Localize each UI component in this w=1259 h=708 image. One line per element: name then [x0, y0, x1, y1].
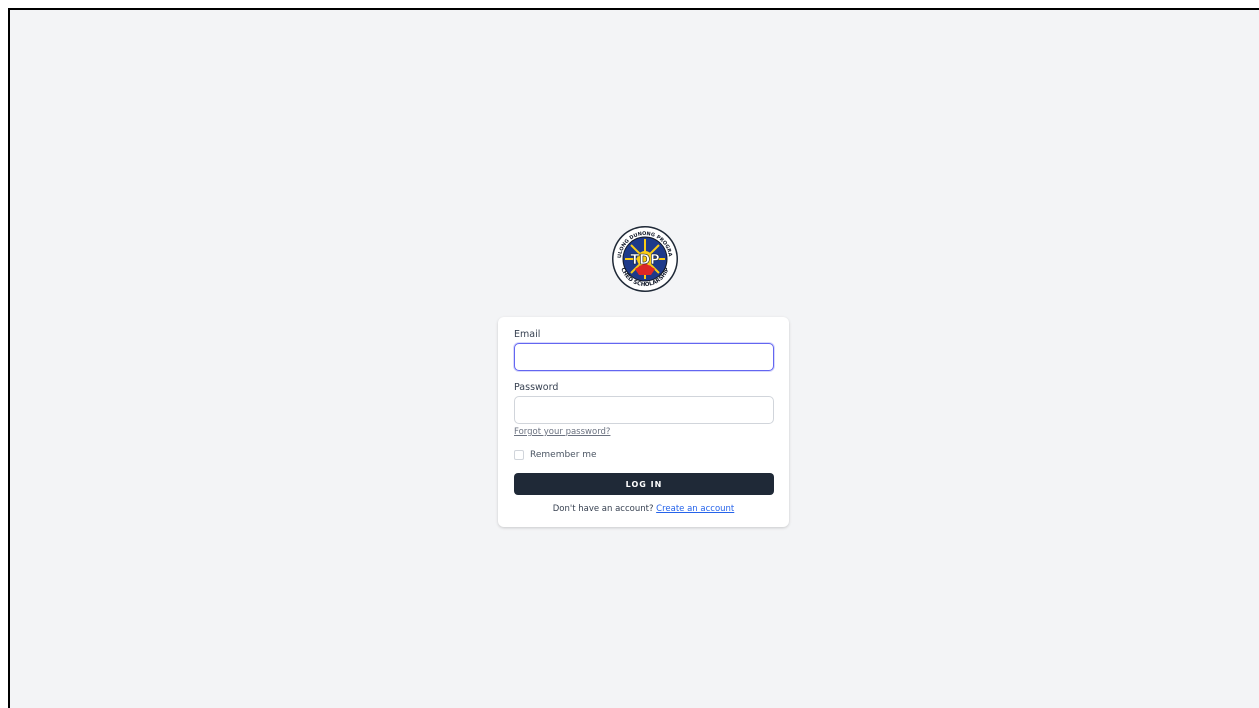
svg-text:TDP: TDP [630, 253, 659, 268]
remember-me[interactable]: Remember me [514, 450, 597, 460]
password-label: Password [514, 382, 559, 393]
email-input[interactable] [514, 343, 774, 371]
signup-prompt-text: Don't have an account? [552, 504, 654, 514]
create-account-link[interactable]: Create an account [656, 504, 734, 514]
remember-me-checkbox[interactable] [514, 450, 524, 460]
tdp-logo: TDP TULONG DUNONG PROGRAM CHED SCHOLARSH… [611, 225, 678, 292]
forgot-password-link[interactable]: Forgot your password? [514, 427, 610, 437]
password-input[interactable] [514, 396, 774, 424]
login-card: Email Password Forgot your password? Rem… [498, 317, 789, 527]
remember-me-label: Remember me [530, 450, 597, 460]
signup-prompt: Don't have an account? Create an account [498, 504, 789, 514]
email-label: Email [514, 329, 541, 340]
page-background: TDP TULONG DUNONG PROGRAM CHED SCHOLARSH… [8, 8, 1259, 708]
login-button[interactable]: LOG IN [514, 473, 774, 495]
